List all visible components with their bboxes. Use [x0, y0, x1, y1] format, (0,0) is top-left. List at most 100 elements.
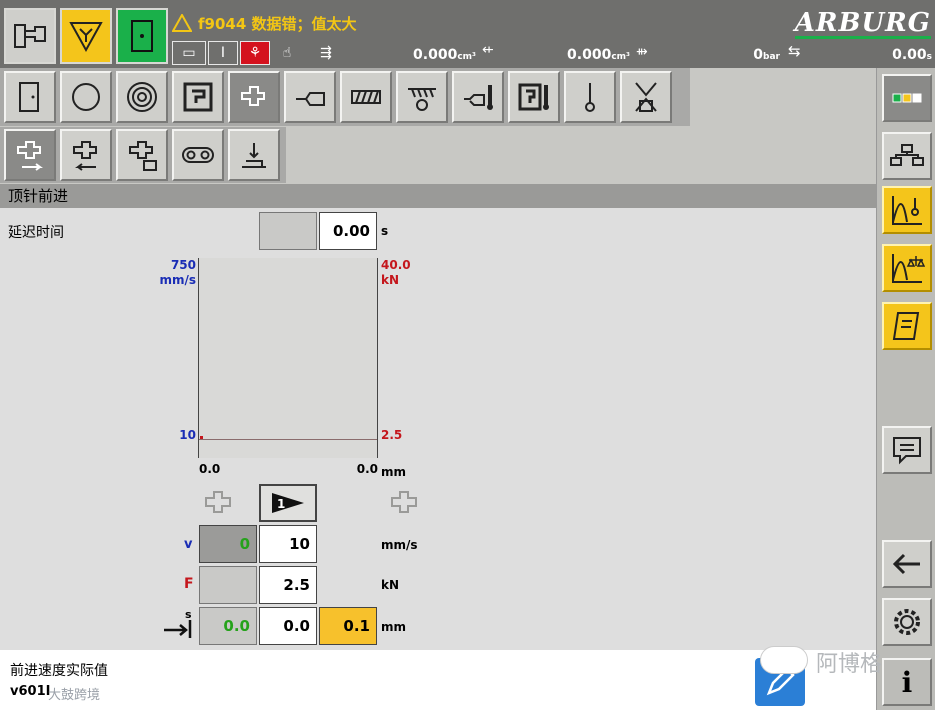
ejector-profile-chart — [198, 258, 378, 458]
mode-i-icon: I — [208, 41, 238, 65]
screw-button[interactable] — [340, 71, 392, 123]
pressure-icon: ⇻ — [636, 44, 648, 60]
gripper-button[interactable] — [620, 71, 672, 123]
part-removal-icon — [242, 143, 266, 168]
spiral-button[interactable] — [116, 71, 168, 123]
dosing-icon — [408, 88, 436, 111]
ejector-forward-position-icon — [391, 491, 417, 513]
cycle-time-value: 0.00s — [892, 47, 932, 63]
dosing-volume-value: 0.000cm³ — [567, 47, 630, 63]
page-title: 顶针前进 — [0, 184, 876, 208]
gear-icon — [894, 609, 920, 635]
alarm-button[interactable] — [60, 8, 112, 64]
chart-x-end: 0.0 — [356, 462, 378, 476]
machine-mode-button[interactable] — [4, 8, 56, 64]
stroke-symbol: s — [162, 608, 196, 640]
help-variable-code: v601I — [10, 684, 51, 699]
arburg-logo: ARBURG — [794, 8, 931, 39]
back-button[interactable] — [882, 540, 932, 588]
scroll-document-icon — [892, 312, 920, 340]
ejector-forward-tab[interactable] — [4, 129, 56, 181]
stroke-input[interactable]: 0.0 — [259, 607, 317, 645]
door-icon — [19, 82, 39, 112]
mold-door-button[interactable] — [4, 71, 56, 123]
color-blocks-icon — [892, 93, 922, 103]
info-button[interactable]: i — [882, 658, 932, 706]
help-footer — [0, 650, 876, 710]
arrow-left-icon — [892, 553, 920, 575]
force-actual — [199, 566, 257, 604]
ejector-stroke-tab[interactable] — [116, 129, 168, 181]
chart-right-axis-max: 40.0 — [381, 258, 411, 272]
velocity-label: v — [184, 537, 193, 552]
injection-volume-value: 0.000cm³ — [413, 47, 476, 63]
hierarchy-icon — [890, 144, 924, 166]
pressure-value: 0bar — [753, 47, 780, 63]
chart-left-axis-min: 10 — [179, 428, 196, 442]
velocity-actual: 0 — [199, 525, 257, 563]
structure-button[interactable] — [882, 132, 932, 180]
ejector-back-position-icon — [205, 491, 231, 513]
velocity-input[interactable]: 10 — [259, 525, 317, 563]
machine-exit-icon — [14, 24, 46, 48]
ejector-pulse-tab[interactable] — [172, 129, 224, 181]
delay-time-actual — [259, 212, 317, 250]
mold-temperature-button[interactable] — [508, 71, 560, 123]
chart-baseline — [199, 439, 377, 440]
nozzle-button[interactable] — [284, 71, 336, 123]
ejector-stroke-icon — [129, 141, 157, 171]
spiral-icon — [127, 82, 157, 112]
cycle-button[interactable] — [60, 71, 112, 123]
pulse-chain-icon — [182, 147, 214, 163]
watermark-brand: 阿博格 — [816, 652, 883, 677]
gripper-icon — [635, 82, 657, 112]
heating-icon: ⚘ — [240, 41, 270, 65]
ejector-forward-panel — [0, 208, 876, 650]
play-step-icon: 1 — [272, 493, 304, 513]
machine-control-screen: f9044 数据错；值太大 ARBURG ▭ I ⚘ ☝ ⇶ 0.000cm³ … — [0, 0, 935, 710]
settings-button[interactable] — [882, 598, 932, 646]
curve-probe-icon — [892, 196, 922, 225]
probe-icon — [585, 83, 595, 112]
start-stroke-button[interactable]: 1 — [259, 484, 317, 522]
mold-button[interactable] — [172, 71, 224, 123]
circle-icon — [72, 83, 100, 111]
chart-right-axis-unit: kN — [381, 273, 400, 287]
delay-time-input[interactable]: 0.00 — [319, 212, 377, 250]
stroke-label: s — [185, 608, 192, 621]
messages-button[interactable] — [882, 426, 932, 474]
chart-left-axis-max: 750 — [170, 258, 196, 272]
alarm-triangle-icon — [172, 14, 192, 32]
quality-graph-button[interactable] — [882, 244, 932, 292]
door-status-button[interactable] — [116, 8, 168, 64]
chart-start-point — [200, 436, 203, 439]
ejector-back-tab[interactable] — [60, 129, 112, 181]
hand-mode-icon: ☝ — [282, 45, 292, 61]
dosing-button[interactable] — [396, 71, 448, 123]
force-input[interactable]: 2.5 — [259, 566, 317, 604]
nozzle-icon — [296, 92, 325, 106]
delay-time-label: 延迟时间 — [8, 225, 64, 241]
ejector-forward-icon — [17, 141, 43, 171]
mold-thermometer-icon — [518, 83, 549, 111]
ejector-button[interactable] — [228, 71, 280, 123]
display-mode-button[interactable] — [882, 74, 932, 122]
alarm-message[interactable]: f9044 数据错；值太大 — [172, 10, 572, 36]
stroke-actual: 0.0 — [199, 607, 257, 645]
stroke-tolerance-input[interactable]: 0.1 — [319, 607, 377, 645]
help-description: 前进速度实际值 — [10, 663, 108, 679]
ejector-monitoring-tab[interactable] — [228, 129, 280, 181]
warning-triangle-icon — [69, 22, 103, 53]
function-toolbar — [0, 68, 690, 126]
protocol-button[interactable] — [882, 302, 932, 350]
stroke-unit: mm — [381, 620, 407, 634]
force-unit: kN — [381, 578, 400, 592]
barrel-thermometer-icon — [464, 85, 493, 110]
probe-button[interactable] — [564, 71, 616, 123]
barrel-temperature-button[interactable] — [452, 71, 504, 123]
ejector-icon — [241, 86, 265, 106]
cycle-icon: ⇆ — [788, 42, 801, 60]
process-graph-button[interactable] — [882, 186, 932, 234]
chart-x-unit: mm — [381, 465, 407, 479]
right-side-rail: i — [876, 68, 935, 710]
